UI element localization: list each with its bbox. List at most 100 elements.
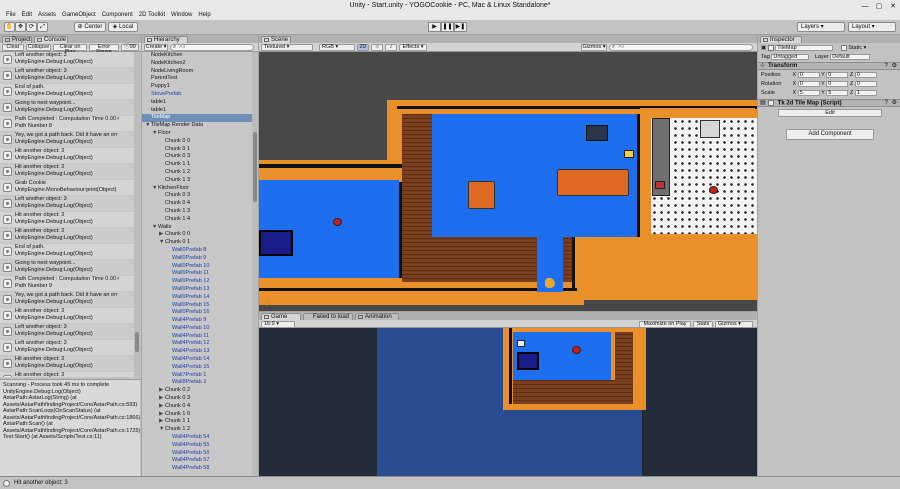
hierarchy-item[interactable]: Chunk 1 2 xyxy=(142,169,258,177)
console-log-entry[interactable]: Left another object: 3 UnityEngine.Debug:… xyxy=(0,340,134,356)
console-log-entry[interactable]: Left another object: 3 UnityEngine.Debug:… xyxy=(0,52,134,68)
hierarchy-item[interactable]: Chunk 0 4 xyxy=(142,200,258,208)
tab-inspector[interactable]: Inspector xyxy=(760,36,802,43)
settings-gear-icon[interactable]: ⚙ xyxy=(892,63,897,69)
hierarchy-item[interactable]: Chunk 1 3 xyxy=(142,177,258,185)
hierarchy-item[interactable]: ▶ Chunk 1 1 xyxy=(142,418,258,426)
scene-gizmos-dropdown[interactable]: Gizmos ▾ xyxy=(581,44,607,51)
shading-dropdown[interactable]: Textured ▾ xyxy=(261,44,313,51)
tilemap-component-header[interactable]: ▤ Tk 2d Tile Map (Script) ? ⚙ xyxy=(758,99,900,107)
console-log-entry[interactable]: Left another object: 3 UnityEngine.Debug:… xyxy=(0,324,134,340)
stats-toggle[interactable]: Stats xyxy=(693,321,713,328)
tab-failed-to-load[interactable]: Failed to load xyxy=(303,313,353,320)
scene-search-input[interactable]: ⌕ All xyxy=(609,44,753,51)
tag-dropdown[interactable]: Untagged xyxy=(771,53,810,60)
hierarchy-item[interactable]: ▶ Chunk 1 0 xyxy=(142,411,258,419)
scale-tool-button[interactable]: ⤢ xyxy=(37,22,48,32)
hierarchy-item[interactable]: NodeKitchen2 xyxy=(142,60,258,68)
hierarchy-item[interactable]: Wall0Prefab 9 xyxy=(142,255,258,263)
console-log-entry[interactable]: Hit another object: 3UnityEngine.Debug:L… xyxy=(0,356,134,372)
hierarchy-item[interactable]: Wall4Prefab 56 xyxy=(142,450,258,458)
lighting-toggle[interactable]: ☼ xyxy=(371,44,383,51)
hierarchy-item[interactable]: table1 xyxy=(142,99,258,107)
console-log-entry[interactable]: Yey, we got a path back. Did it have an … xyxy=(0,292,134,308)
hand-tool-button[interactable]: ✋ xyxy=(4,22,15,32)
console-log-entry[interactable]: Hit another object: 3UnityEngine.Debug:L… xyxy=(0,148,134,164)
hierarchy-item[interactable]: Wall0Prefab 12 xyxy=(142,278,258,286)
hierarchy-scrollbar[interactable] xyxy=(252,52,258,476)
hierarchy-item[interactable]: Wall0Prefab 10 xyxy=(142,263,258,271)
layers-dropdown[interactable]: Layers ▾ xyxy=(797,22,845,32)
create-button[interactable]: Create ▾ xyxy=(144,44,168,51)
rotate-tool-button[interactable]: ⟳ xyxy=(26,22,37,32)
console-log-entry[interactable]: Going to next waypoint... UnityEngine.Deb… xyxy=(0,260,134,276)
hierarchy-item[interactable]: Wall4Prefab 13 xyxy=(142,348,258,356)
hierarchy-item[interactable]: NodeLivingRoom xyxy=(142,68,258,76)
hierarchy-item[interactable]: Chunk 0 0 xyxy=(142,138,258,146)
static-checkbox[interactable] xyxy=(840,44,847,51)
move-tool-button[interactable]: ✥ xyxy=(15,22,26,32)
hierarchy-item[interactable]: Wall4Prefab 54 xyxy=(142,434,258,442)
layer-dropdown[interactable]: Default xyxy=(830,53,871,60)
console-log-entry[interactable]: Hit another object: 3UnityEngine.Debug:L… xyxy=(0,308,134,324)
hierarchy-scroll-thumb[interactable] xyxy=(253,132,257,202)
tab-scene[interactable]: Scene xyxy=(261,36,291,43)
console-log-entry[interactable]: End of path. UnityEngine.Debug:Log(Object… xyxy=(0,244,134,260)
tab-game[interactable]: Game xyxy=(261,313,301,320)
console-log-entry[interactable]: Hit another object: 3UnityEngine.Debug:L… xyxy=(0,372,134,377)
help-icon[interactable]: ? xyxy=(885,63,888,69)
menu-help[interactable]: Help xyxy=(198,11,210,20)
hierarchy-search-input[interactable]: ⌕ All xyxy=(170,44,254,51)
hierarchy-item[interactable]: Wall0Prefab 8 xyxy=(142,247,258,255)
tab-animation[interactable]: Animation xyxy=(355,313,399,320)
hierarchy-item[interactable]: StovePrefab xyxy=(142,91,258,99)
rotation-y-field[interactable]: 0 xyxy=(826,80,849,87)
hierarchy-item[interactable]: Wall4Prefab 15 xyxy=(142,364,258,372)
game-gizmos-dropdown[interactable]: Gizmos ▾ xyxy=(715,321,753,328)
tab-console[interactable]: Console xyxy=(34,36,68,43)
console-log-entry[interactable]: Hit another object: 3UnityEngine.Debug:L… xyxy=(0,212,134,228)
hierarchy-item[interactable]: ▼Chunk 0 1 xyxy=(142,239,258,247)
hierarchy-item[interactable]: Wall0Prefab 15 xyxy=(142,302,258,310)
console-log-entry[interactable]: Hit another object: 3UnityEngine.Debug:L… xyxy=(0,164,134,180)
pivot-toggle[interactable]: ⊕ Center xyxy=(74,22,106,32)
hierarchy-item[interactable]: Wall0Prefab 14 xyxy=(142,294,258,302)
menu-file[interactable]: File xyxy=(6,11,16,20)
maximize-on-play-toggle[interactable]: Maximize on Play xyxy=(639,321,691,328)
component-help-icon[interactable]: ? xyxy=(885,100,888,106)
2d-toggle[interactable]: 2D xyxy=(357,44,369,51)
play-button[interactable]: ▶ xyxy=(428,22,441,32)
game-viewport[interactable] xyxy=(259,328,757,476)
hierarchy-item[interactable]: TileMap xyxy=(142,114,258,123)
transform-header[interactable]: ⊹ Transform ? ⚙ xyxy=(758,62,900,70)
rotation-z-field[interactable]: 0 xyxy=(854,80,877,87)
hierarchy-item[interactable]: Wall4Prefab 9 xyxy=(142,317,258,325)
object-name-field[interactable]: TileMap xyxy=(775,44,834,51)
console-scrollbar[interactable] xyxy=(134,52,140,377)
console-log-entry[interactable]: Grab Cookie UnityEngine.MonoBehaviour:pri… xyxy=(0,180,134,196)
audio-toggle[interactable]: ♪ xyxy=(385,44,397,51)
pause-button[interactable]: ❚❚ xyxy=(441,22,454,32)
hierarchy-item[interactable]: ▼TileMap Render Data xyxy=(142,122,258,130)
position-z-field[interactable]: 0 xyxy=(854,71,877,78)
active-checkbox[interactable] xyxy=(767,44,774,51)
hierarchy-tree[interactable]: NodeKitchen NodeKitchen2 NodeLivingRoom Par… xyxy=(142,52,258,476)
hierarchy-item[interactable]: Chunk 1 1 xyxy=(142,161,258,169)
hierarchy-item[interactable]: Wall4Prefab 12 xyxy=(142,340,258,348)
scale-y-field[interactable]: 5 xyxy=(826,89,849,96)
aspect-dropdown[interactable]: 16:9 ▾ xyxy=(261,321,295,328)
clear-button[interactable]: Clear xyxy=(2,44,24,51)
hierarchy-item[interactable]: Wall8Prefab 2 xyxy=(142,379,258,387)
scene-viewport[interactable]: ➤ xyxy=(259,52,757,311)
hierarchy-item[interactable]: ▼Chunk 1 2 xyxy=(142,426,258,434)
hierarchy-item[interactable]: Wall4Prefab 11 xyxy=(142,333,258,341)
rotation-x-field[interactable]: 0 xyxy=(797,80,820,87)
scale-z-field[interactable]: 1 xyxy=(854,89,877,96)
hierarchy-item[interactable]: Wall4Prefab 10 xyxy=(142,325,258,333)
hierarchy-item[interactable]: ▶ Chunk 0 4 xyxy=(142,403,258,411)
menu-gameobject[interactable]: GameObject xyxy=(62,11,96,20)
collapse-button[interactable]: Collapse xyxy=(26,44,51,51)
log-count-toggle[interactable]: ⓘ99 xyxy=(121,44,139,51)
menu-assets[interactable]: Assets xyxy=(38,11,56,20)
hierarchy-item[interactable]: Wall7Prefab 1 xyxy=(142,372,258,380)
